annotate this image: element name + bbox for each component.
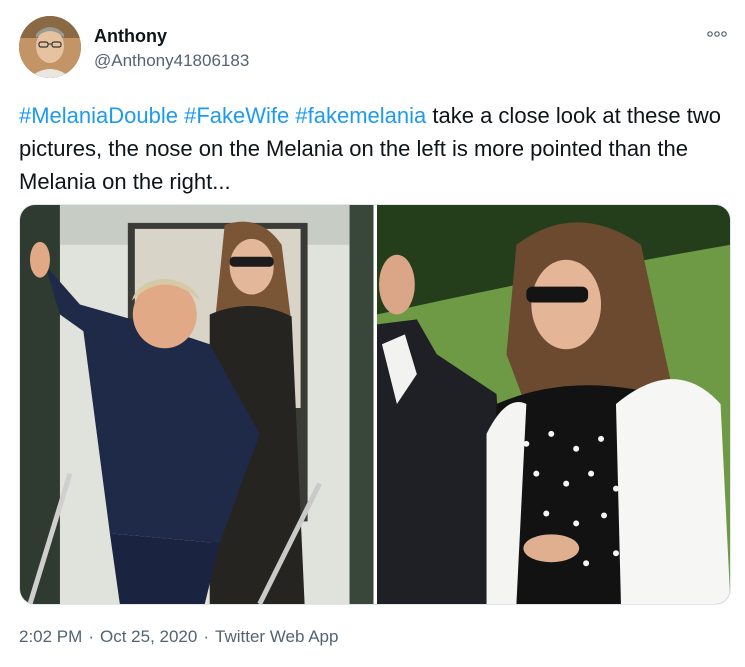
tweet-text: #MelaniaDouble #FakeWife #fakemelania ta… bbox=[19, 99, 731, 198]
photo-right[interactable] bbox=[376, 205, 730, 604]
tweet-time[interactable]: 2:02 PM bbox=[19, 626, 82, 648]
hashtag-link[interactable]: #fakemelania bbox=[295, 103, 426, 128]
more-options-button[interactable] bbox=[703, 24, 731, 44]
avatar[interactable] bbox=[19, 16, 81, 78]
tweet-date[interactable]: Oct 25, 2020 bbox=[100, 626, 197, 648]
tweet-source[interactable]: Twitter Web App bbox=[215, 626, 338, 648]
hashtag-link[interactable]: #MelaniaDouble bbox=[19, 103, 178, 128]
author-name[interactable]: Anthony bbox=[94, 25, 167, 47]
media-grid bbox=[19, 204, 731, 605]
separator-dot: · bbox=[88, 627, 94, 646]
more-horizontal-icon bbox=[707, 31, 727, 37]
separator-dot: · bbox=[203, 627, 209, 646]
hashtag-link[interactable]: #FakeWife bbox=[184, 103, 289, 128]
photo-left[interactable] bbox=[20, 205, 374, 604]
author-handle[interactable]: @Anthony41806183 bbox=[94, 50, 249, 72]
tweet-metadata: 2:02 PM · Oct 25, 2020 · Twitter Web App bbox=[19, 626, 338, 648]
tweet-card: Anthony @Anthony41806183 #MelaniaDouble … bbox=[0, 0, 745, 667]
